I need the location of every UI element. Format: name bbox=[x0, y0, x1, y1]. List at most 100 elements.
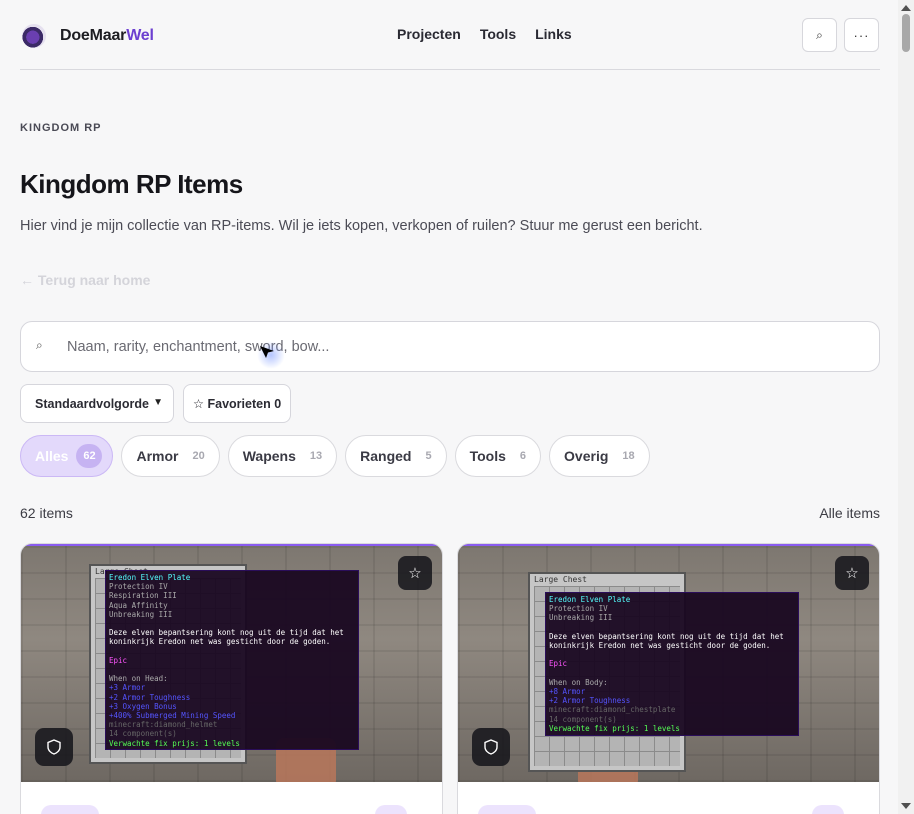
search-input[interactable] bbox=[67, 336, 847, 358]
filter-chip-label: Alles bbox=[35, 448, 69, 464]
shield-icon bbox=[47, 739, 61, 755]
tooltip-line bbox=[549, 669, 795, 678]
nav-links[interactable]: Links bbox=[535, 26, 572, 42]
tooltip-line: Aqua Affinity bbox=[109, 600, 168, 610]
page: DoeMaarWel Projecten Tools Links ⌕ ··· K… bbox=[0, 0, 898, 814]
tooltip-line: Epic bbox=[549, 659, 568, 669]
tooltip-line: +400% Submerged Mining Speed bbox=[109, 711, 236, 720]
page-title: Kingdom RP Items bbox=[20, 169, 243, 199]
results-bar: 62 items Alle items bbox=[20, 505, 880, 521]
main-nav: Projecten Tools Links bbox=[397, 26, 572, 42]
tooltip-line: Unbreaking III bbox=[549, 613, 613, 623]
filter-chip-label: Tools bbox=[469, 448, 506, 464]
results-count: 62 items bbox=[20, 505, 73, 521]
filter-chip-count: 20 bbox=[192, 450, 205, 462]
price-pill bbox=[375, 805, 407, 814]
tooltip-line: koninkrijk Eredon net was gesticht door … bbox=[109, 637, 331, 647]
tooltip-line bbox=[549, 650, 795, 659]
filter-chip-label: Overig bbox=[564, 448, 609, 464]
tooltip-line: Verwachte fix prijs: 1 levels bbox=[549, 723, 680, 733]
chest-title: Large Chest bbox=[534, 575, 587, 584]
page-intro: Hier vind je mijn collectie van RP-items… bbox=[20, 218, 703, 234]
favorites-button[interactable]: ☆ Favorieten 0 bbox=[183, 384, 291, 423]
rarity-pill bbox=[478, 805, 536, 814]
tooltip-line bbox=[109, 619, 355, 628]
tooltip-line: +2 Armor Toughness bbox=[549, 696, 631, 706]
favorite-star-button[interactable]: ☆ bbox=[835, 556, 869, 590]
favorite-star-button[interactable]: ☆ bbox=[398, 556, 432, 590]
item-tooltip: Eredon Elven Plate Protection IV Respirati… bbox=[105, 570, 359, 750]
tooltip-line: Respiration III bbox=[109, 591, 177, 601]
tooltip-lines: Eredon Elven Plate Protection IV Respirati… bbox=[109, 573, 355, 748]
scroll-up-icon[interactable] bbox=[901, 5, 911, 11]
tooltip-lines: Eredon Elven Plate Protection IV Unbreakin… bbox=[549, 595, 795, 733]
tooltip-line: Deze elven bepantsering kont nog uit de … bbox=[109, 628, 344, 638]
tooltip-line: Eredon Elven Plate bbox=[109, 573, 191, 582]
tooltip-line: 14 component(s) bbox=[109, 729, 177, 739]
filter-chip-count: 18 bbox=[622, 450, 635, 462]
tooltip-line: minecraft:diamond_chestplate bbox=[549, 705, 676, 715]
star-icon: ☆ bbox=[845, 565, 859, 582]
tooltip-line: When on Body: bbox=[549, 677, 608, 687]
tooltip-line: When on Head: bbox=[109, 674, 168, 684]
item-card[interactable]: Large Chest Eredon Elven PlateProtection… bbox=[457, 543, 880, 814]
tooltip-line: minecraft:diamond_helmet bbox=[109, 720, 218, 730]
star-icon: ☆ bbox=[408, 565, 422, 582]
tooltip-line: Protection IV bbox=[109, 582, 168, 592]
mouse-cursor bbox=[257, 341, 285, 369]
tooltip-line: Protection IV bbox=[549, 604, 608, 614]
cursor-arrow-icon bbox=[260, 346, 274, 358]
filter-chip-wapens[interactable]: Wapens 13 bbox=[227, 435, 338, 477]
tooltip-line: Deze elven bepantsering kont nog uit de … bbox=[549, 631, 784, 641]
sort-select[interactable]: Standaardvolgorde ▼ bbox=[20, 384, 174, 423]
search-icon: ⌕ bbox=[36, 338, 43, 352]
brand-name: DoeMaarWel bbox=[60, 27, 154, 45]
header-more-button[interactable]: ··· bbox=[844, 18, 879, 52]
filter-chip-ranged[interactable]: Ranged 5 bbox=[345, 435, 447, 477]
filter-chip-overig[interactable]: Overig 18 bbox=[549, 435, 650, 477]
sort-selected-label: Standaardvolgorde bbox=[35, 396, 149, 411]
filter-chip-alles[interactable]: Alles 62 bbox=[20, 435, 114, 477]
shield-icon bbox=[484, 739, 498, 755]
scroll-down-icon[interactable] bbox=[901, 803, 911, 809]
section-eyebrow: KINGDOM RP bbox=[20, 122, 102, 134]
tooltip-line: Eredon Elven Plate bbox=[549, 595, 631, 604]
filter-chip-count: 5 bbox=[425, 450, 432, 462]
filter-chip-count: 6 bbox=[519, 450, 527, 462]
search-box: ⌕ bbox=[20, 321, 880, 372]
tooltip-line: Epic bbox=[109, 655, 128, 665]
category-badge-button[interactable] bbox=[35, 728, 73, 766]
tooltip-line: +2 Armor Toughness bbox=[109, 692, 191, 702]
chevron-down-icon: ▼ bbox=[153, 397, 163, 408]
back-home-link[interactable]: ← Terug naar home bbox=[20, 272, 150, 288]
tooltip-line: Unbreaking III bbox=[109, 609, 173, 619]
page-scrollbar[interactable] bbox=[898, 0, 914, 814]
filter-chip-label: Ranged bbox=[360, 448, 412, 464]
filter-chip-count: 62 bbox=[76, 444, 103, 468]
filter-chip-count: 13 bbox=[309, 450, 323, 462]
filter-chip-tools[interactable]: Tools 6 bbox=[454, 435, 542, 477]
item-tooltip: Eredon Elven Plate Protection IV Unbreakin… bbox=[545, 592, 799, 736]
scrollbar-thumb[interactable] bbox=[902, 14, 910, 52]
tooltip-line bbox=[549, 623, 795, 632]
brand[interactable]: DoeMaarWel bbox=[22, 24, 154, 48]
filter-chip-label: Wapens bbox=[242, 448, 296, 464]
tooltip-line: koninkrijk Eredon net was gesticht door … bbox=[549, 641, 771, 650]
tooltip-line: +3 Armor bbox=[109, 683, 146, 693]
category-filters: Alles 62 Armor 20 Wapens 13 Ranged 5 Tools 6 … bbox=[20, 435, 650, 477]
item-card[interactable]: Large Chest Eredon Elven PlateProtection… bbox=[20, 543, 443, 814]
tooltip-line: +3 Oxygen Bonus bbox=[109, 701, 177, 711]
nav-tools[interactable]: Tools bbox=[480, 26, 516, 42]
filter-chip-label: Armor bbox=[136, 448, 179, 464]
brand-name-accent: Wel bbox=[126, 27, 154, 44]
favorites-label: ☆ Favorieten 0 bbox=[192, 397, 282, 411]
header-search-button[interactable]: ⌕ bbox=[802, 18, 837, 52]
filter-chip-armor[interactable]: Armor 20 bbox=[121, 435, 220, 477]
results-scope: Alle items bbox=[819, 505, 880, 521]
item-screenshot: Large Chest Eredon Elven PlateProtection… bbox=[21, 544, 442, 782]
category-badge-button[interactable] bbox=[472, 728, 510, 766]
search-icon: ⌕ bbox=[816, 27, 823, 42]
nav-projecten[interactable]: Projecten bbox=[397, 26, 461, 42]
tooltip-line: Verwachte fix prijs: 1 levels bbox=[109, 738, 240, 748]
item-screenshot: Large Chest Eredon Elven PlateProtection… bbox=[458, 544, 879, 782]
